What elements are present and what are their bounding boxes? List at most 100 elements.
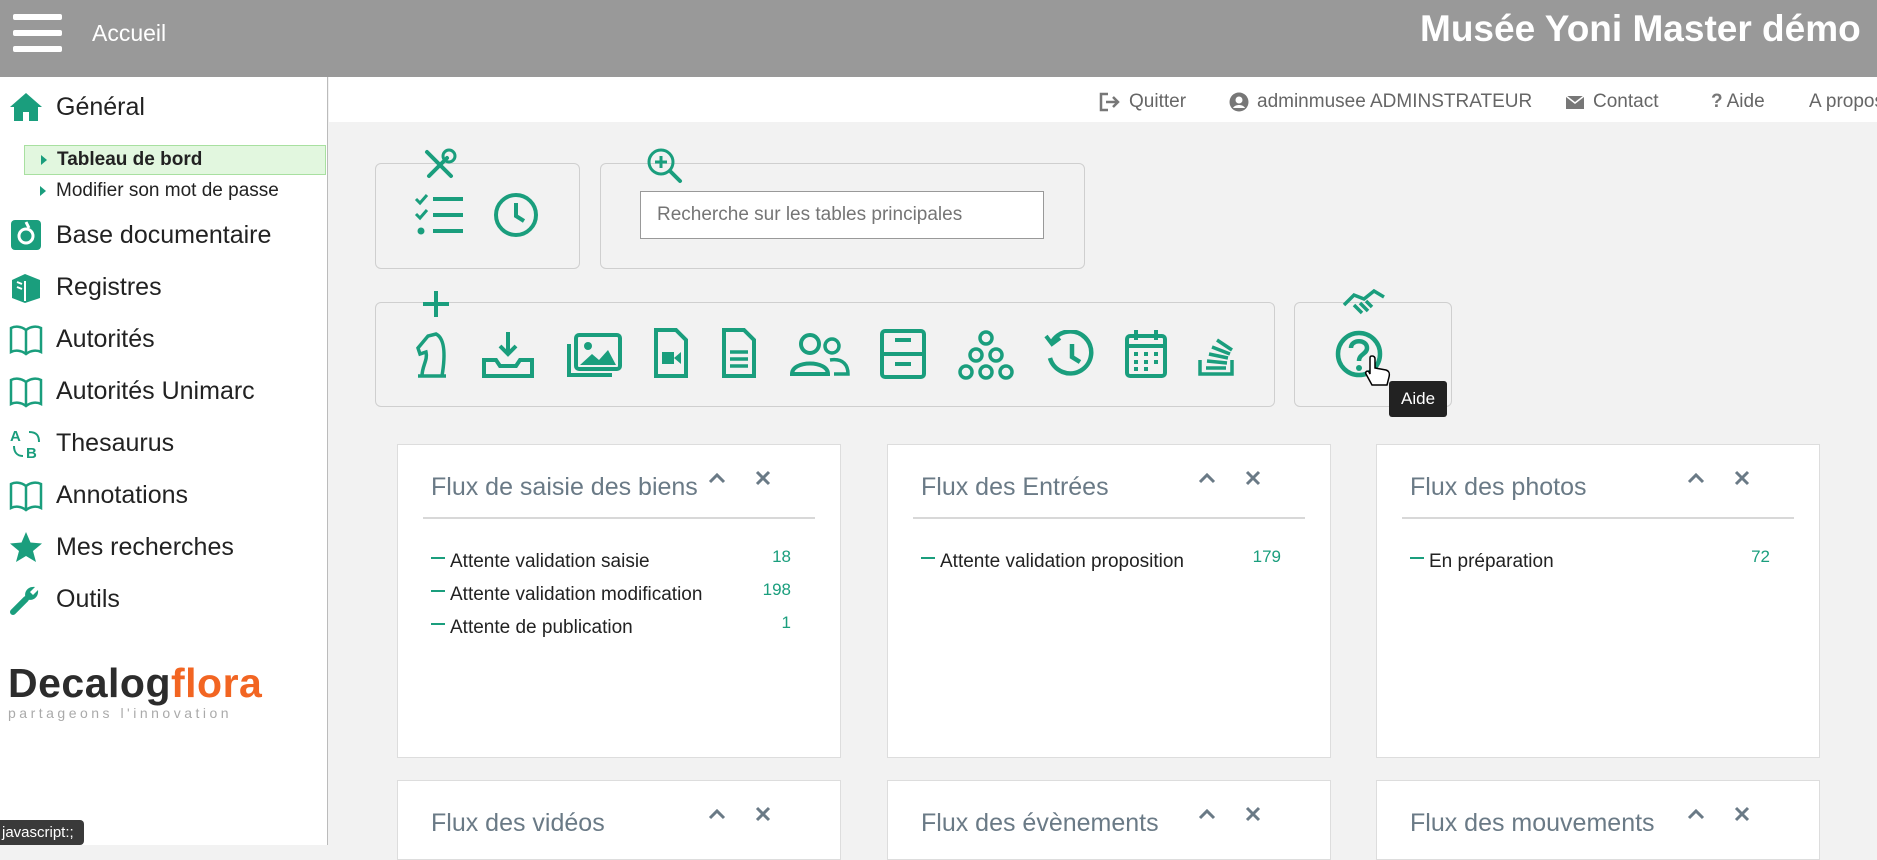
dash-icon	[431, 557, 445, 559]
close-icon[interactable]	[1242, 803, 1264, 825]
history-icon[interactable]	[1044, 330, 1096, 380]
list-item-label: En préparation	[1429, 551, 1554, 572]
status-bar-url: javascript:;	[0, 820, 84, 845]
sidebar-subitem-label: Tableau de bord	[57, 149, 203, 170]
handshake-icon	[1342, 288, 1385, 315]
list-item-label: Attente validation saisie	[450, 551, 650, 572]
thesaurus-icon: AB	[6, 423, 46, 463]
chevron-up-icon[interactable]	[706, 467, 728, 489]
card-divider	[1402, 517, 1794, 519]
sidebar-item-label: Annotations	[56, 480, 189, 509]
contact-link[interactable]: Contact	[1565, 91, 1658, 113]
sidebar-subitem-dashboard[interactable]: Tableau de bord	[24, 145, 326, 175]
user-circle-icon	[1229, 92, 1249, 112]
list-item[interactable]: Attente validation saisie 18	[431, 547, 791, 581]
home-link[interactable]: Accueil	[92, 20, 166, 47]
sidebar-item-label: Autorités	[56, 324, 155, 353]
home-icon	[6, 87, 46, 127]
chevron-up-icon[interactable]	[1196, 467, 1218, 489]
books-icon	[6, 267, 46, 307]
sidebar-item-label: Mes recherches	[56, 532, 234, 561]
dash-icon	[921, 557, 935, 559]
chevron-up-icon[interactable]	[1685, 803, 1707, 825]
hierarchy-icon[interactable]	[958, 330, 1014, 380]
card-title: Flux des vidéos	[431, 809, 605, 837]
sidebar-item-autorites[interactable]: Autorités	[0, 319, 326, 359]
video-file-icon[interactable]	[652, 328, 690, 380]
card-title: Flux des Entrées	[921, 473, 1109, 501]
logo-part1: Decalog	[8, 660, 171, 706]
list-item[interactable]: Attente de publication 1	[431, 613, 791, 647]
book-icon	[6, 371, 46, 411]
sidebar-item-outils[interactable]: Outils	[0, 579, 326, 619]
list-item[interactable]: En préparation 72	[1410, 547, 1770, 581]
workflow-card: Flux des Entrées Attente validation propo…	[887, 444, 1331, 758]
top-bar: Accueil Musée Yoni Master démo	[0, 0, 1877, 77]
dash-icon	[431, 590, 445, 592]
sidebar-item-thesaurus[interactable]: AB Thesaurus	[0, 423, 326, 463]
archive-icon[interactable]	[879, 328, 927, 380]
list-item-label: Attente validation proposition	[940, 551, 1184, 572]
sidebar-item-annotations[interactable]: Annotations	[0, 475, 326, 515]
checklist-icon[interactable]	[413, 191, 465, 237]
logo-tagline: partageons l'innovation	[8, 705, 233, 721]
workflow-card: Flux des vidéos	[397, 780, 841, 860]
wrench-icon	[6, 579, 46, 619]
workflow-card: Flux des évènements	[887, 780, 1331, 860]
clock-icon[interactable]	[492, 191, 540, 239]
users-icon[interactable]	[788, 330, 850, 378]
chevron-up-icon[interactable]	[1685, 467, 1707, 489]
close-icon[interactable]	[752, 467, 774, 489]
stack-icon[interactable]	[1196, 330, 1236, 378]
quit-link[interactable]: Quitter	[1099, 91, 1186, 113]
sidebar-item-label: Outils	[56, 584, 120, 613]
sidebar-item-registres[interactable]: Registres	[0, 267, 326, 307]
book-icon	[6, 319, 46, 359]
inbox-download-icon[interactable]	[480, 330, 536, 380]
chess-knight-icon[interactable]	[412, 330, 452, 380]
sidebar-item-label: Base documentaire	[56, 220, 272, 249]
sidebar-item-label: Général	[56, 92, 145, 121]
app-title: Musée Yoni Master démo	[1420, 8, 1861, 49]
workflow-card: Flux des mouvements	[1376, 780, 1820, 860]
calendar-icon[interactable]	[1124, 328, 1168, 380]
sidebar: Général Tableau de bord Modifier son mot…	[0, 77, 328, 845]
card-title: Flux des mouvements	[1410, 809, 1655, 837]
search-input[interactable]	[640, 191, 1044, 239]
close-icon[interactable]	[1731, 803, 1753, 825]
hamburger-icon[interactable]	[13, 14, 62, 52]
sidebar-item-base-documentaire[interactable]: Base documentaire	[0, 215, 326, 255]
close-icon[interactable]	[1731, 467, 1753, 489]
chevron-up-icon[interactable]	[706, 803, 728, 825]
sidebar-item-mes-recherches[interactable]: Mes recherches	[0, 527, 326, 567]
sidebar-subitem-label: Modifier son mot de passe	[56, 180, 279, 201]
sidebar-item-general[interactable]: Général	[0, 87, 326, 127]
card-title: Flux des évènements	[921, 809, 1159, 837]
workflow-card: Flux des photos En préparation 72	[1376, 444, 1820, 758]
logo-part2: flora	[171, 660, 263, 706]
close-icon[interactable]	[1242, 467, 1264, 489]
user-account-link[interactable]: adminmusee ADMINSTRATEUR	[1229, 91, 1532, 113]
help-link[interactable]: ? Aide	[1711, 91, 1765, 113]
sidebar-item-label: Autorités Unimarc	[56, 376, 255, 405]
book-icon	[6, 475, 46, 515]
list-item[interactable]: Attente validation proposition 179	[921, 547, 1281, 581]
list-item-label: Attente validation modification	[450, 584, 703, 605]
sidebar-subitem-change-password[interactable]: Modifier son mot de passe	[24, 176, 326, 206]
list-item-count: 198	[762, 580, 791, 599]
favorites-panel	[375, 163, 580, 269]
text-file-icon[interactable]	[720, 328, 758, 380]
sidebar-item-label: Registres	[56, 272, 162, 301]
chevron-up-icon[interactable]	[1196, 803, 1218, 825]
zoom-in-icon[interactable]	[645, 146, 683, 184]
plus-icon	[423, 291, 449, 317]
images-icon[interactable]	[566, 332, 622, 378]
close-icon[interactable]	[752, 803, 774, 825]
sidebar-item-label: Thesaurus	[56, 428, 175, 457]
sidebar-item-autorites-unimarc[interactable]: Autorités Unimarc	[0, 371, 326, 411]
sign-out-icon	[1099, 92, 1120, 112]
card-title: Flux de saisie des biens	[431, 473, 698, 501]
about-link[interactable]: A propos	[1809, 91, 1877, 113]
list-item[interactable]: Attente validation modification 198	[431, 580, 791, 614]
list-item-label: Attente de publication	[450, 617, 633, 638]
